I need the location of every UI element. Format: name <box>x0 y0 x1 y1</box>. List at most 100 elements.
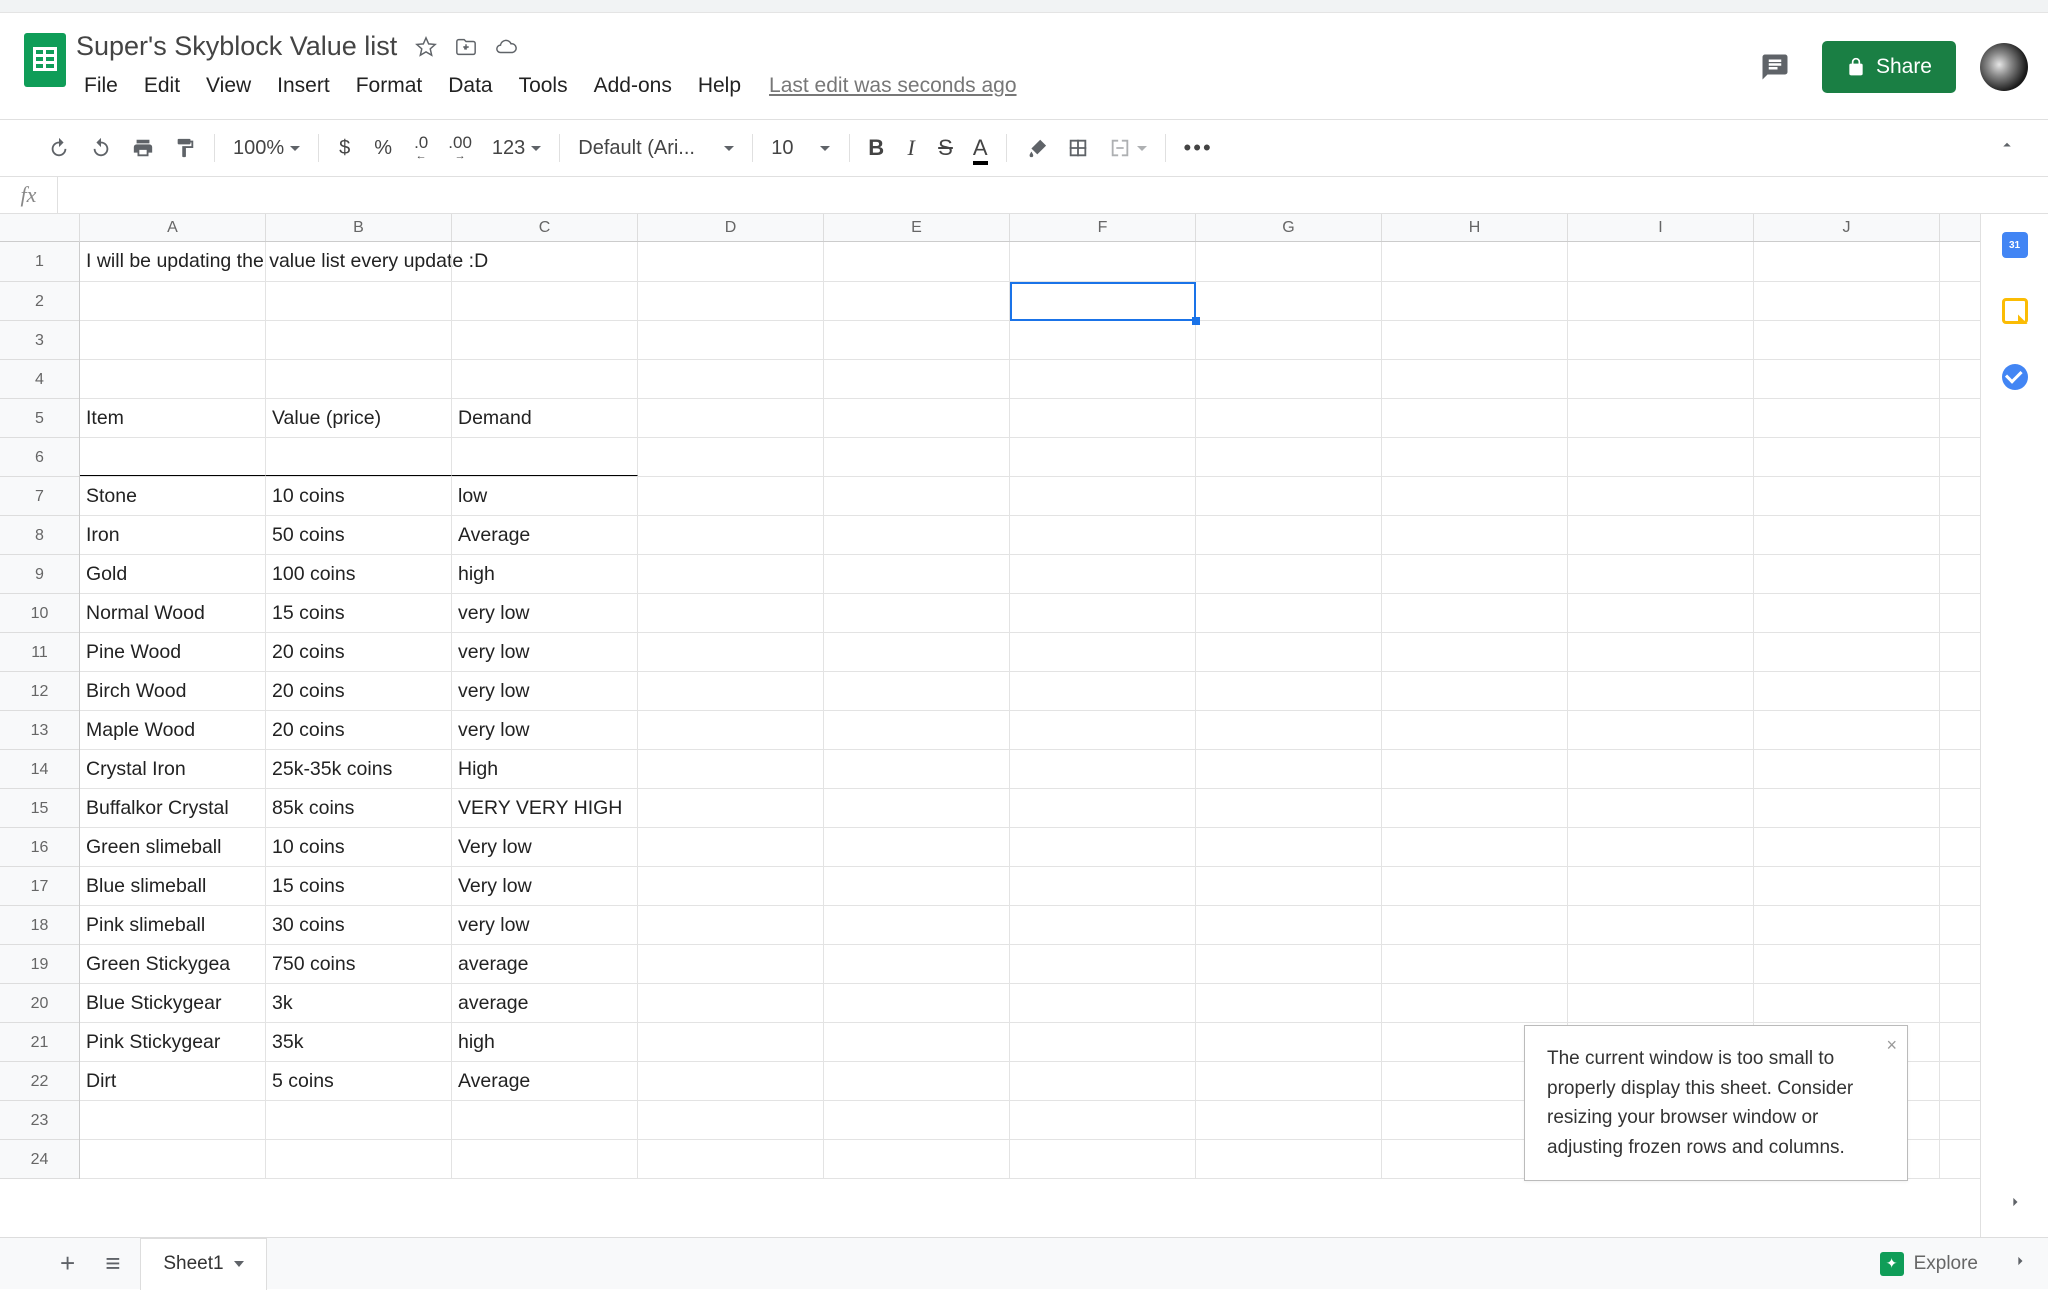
cell[interactable] <box>1568 477 1754 515</box>
cell[interactable] <box>1196 321 1382 359</box>
cell[interactable] <box>638 438 824 476</box>
cell[interactable] <box>1010 242 1196 281</box>
cell[interactable] <box>1010 906 1196 944</box>
formula-input[interactable] <box>58 177 2048 213</box>
cell[interactable] <box>1010 789 1196 827</box>
cell[interactable]: Birch Wood <box>80 672 266 710</box>
account-avatar[interactable] <box>1980 43 2028 91</box>
cell[interactable] <box>638 321 824 359</box>
cell[interactable] <box>824 242 1010 281</box>
cell[interactable] <box>1196 594 1382 632</box>
cell[interactable] <box>452 282 638 320</box>
cell[interactable] <box>638 1140 824 1178</box>
cell[interactable] <box>1754 789 1940 827</box>
cell[interactable] <box>1754 516 1940 554</box>
cell[interactable]: Item <box>80 399 266 437</box>
cell[interactable] <box>1568 438 1754 476</box>
cell[interactable] <box>638 672 824 710</box>
col-header-B[interactable]: B <box>266 214 452 241</box>
collapse-toolbar-button[interactable] <box>1998 136 2016 160</box>
cell[interactable]: Normal Wood <box>80 594 266 632</box>
row-header-20[interactable]: 20 <box>0 984 79 1023</box>
cell[interactable] <box>1010 477 1196 515</box>
cell[interactable] <box>452 321 638 359</box>
increase-decimal-button[interactable]: .00→ <box>440 128 480 168</box>
move-icon[interactable] <box>455 36 477 58</box>
cell[interactable] <box>1382 672 1568 710</box>
row-header-8[interactable]: 8 <box>0 516 79 555</box>
cell[interactable] <box>638 477 824 515</box>
cell[interactable]: 30 coins <box>266 906 452 944</box>
add-sheet-button[interactable]: + <box>60 1248 75 1279</box>
undo-button[interactable] <box>40 131 78 165</box>
cell[interactable] <box>266 282 452 320</box>
row-header-3[interactable]: 3 <box>0 321 79 360</box>
cell[interactable] <box>824 477 1010 515</box>
cell[interactable] <box>1196 360 1382 398</box>
row-header-12[interactable]: 12 <box>0 672 79 711</box>
cell[interactable]: 5 coins <box>266 1062 452 1100</box>
cell[interactable]: Demand <box>452 399 638 437</box>
cell[interactable] <box>1010 633 1196 671</box>
cell[interactable] <box>638 360 824 398</box>
row-header-6[interactable]: 6 <box>0 438 79 477</box>
cell[interactable] <box>1568 711 1754 749</box>
print-button[interactable] <box>124 131 162 165</box>
cell[interactable]: High <box>452 750 638 788</box>
col-header-F[interactable]: F <box>1010 214 1196 241</box>
cell[interactable] <box>1196 516 1382 554</box>
cell[interactable] <box>1754 750 1940 788</box>
col-header-C[interactable]: C <box>452 214 638 241</box>
cell[interactable] <box>638 984 824 1022</box>
cell[interactable] <box>266 360 452 398</box>
cell[interactable]: 85k coins <box>266 789 452 827</box>
cell[interactable] <box>1382 321 1568 359</box>
cell[interactable] <box>824 945 1010 983</box>
cell[interactable]: Average <box>452 1062 638 1100</box>
row-header-17[interactable]: 17 <box>0 867 79 906</box>
cell[interactable] <box>1010 945 1196 983</box>
cell[interactable]: Green slimeball <box>80 828 266 866</box>
menu-file[interactable]: File <box>72 68 130 104</box>
cell[interactable] <box>1196 399 1382 437</box>
cell[interactable] <box>1196 828 1382 866</box>
font-family-dropdown[interactable]: Default (Ari... <box>570 131 742 166</box>
cell[interactable] <box>1754 594 1940 632</box>
cell[interactable] <box>638 633 824 671</box>
row-header-16[interactable]: 16 <box>0 828 79 867</box>
cell[interactable]: 15 coins <box>266 594 452 632</box>
cell[interactable] <box>824 438 1010 476</box>
document-title[interactable]: Super's Skyblock Value list <box>72 29 401 64</box>
cell[interactable]: Green Stickygea <box>80 945 266 983</box>
cell[interactable]: very low <box>452 633 638 671</box>
row-header-1[interactable]: 1 <box>0 242 79 282</box>
cell[interactable] <box>1568 594 1754 632</box>
cell[interactable]: very low <box>452 594 638 632</box>
cell[interactable] <box>1382 594 1568 632</box>
cell[interactable] <box>638 828 824 866</box>
cell[interactable] <box>1010 360 1196 398</box>
text-color-button[interactable]: A <box>965 129 996 167</box>
row-header-23[interactable]: 23 <box>0 1101 79 1140</box>
cell[interactable]: very low <box>452 672 638 710</box>
cell[interactable] <box>824 1140 1010 1178</box>
row-header-14[interactable]: 14 <box>0 750 79 789</box>
cell[interactable]: 25k-35k coins <box>266 750 452 788</box>
cell[interactable]: 750 coins <box>266 945 452 983</box>
cell[interactable] <box>824 984 1010 1022</box>
cell[interactable] <box>1010 1023 1196 1061</box>
redo-button[interactable] <box>82 131 120 165</box>
sheet-tab-menu-icon[interactable] <box>234 1261 244 1267</box>
cell[interactable]: Average <box>452 516 638 554</box>
cell[interactable] <box>1010 321 1196 359</box>
cell[interactable] <box>824 360 1010 398</box>
cell[interactable] <box>1754 672 1940 710</box>
cell[interactable] <box>1382 984 1568 1022</box>
cell[interactable]: Iron <box>80 516 266 554</box>
cell[interactable] <box>1754 321 1940 359</box>
cell[interactable] <box>824 867 1010 905</box>
col-header-G[interactable]: G <box>1196 214 1382 241</box>
cell[interactable]: Very low <box>452 867 638 905</box>
row-header-2[interactable]: 2 <box>0 282 79 321</box>
cell[interactable] <box>638 282 824 320</box>
